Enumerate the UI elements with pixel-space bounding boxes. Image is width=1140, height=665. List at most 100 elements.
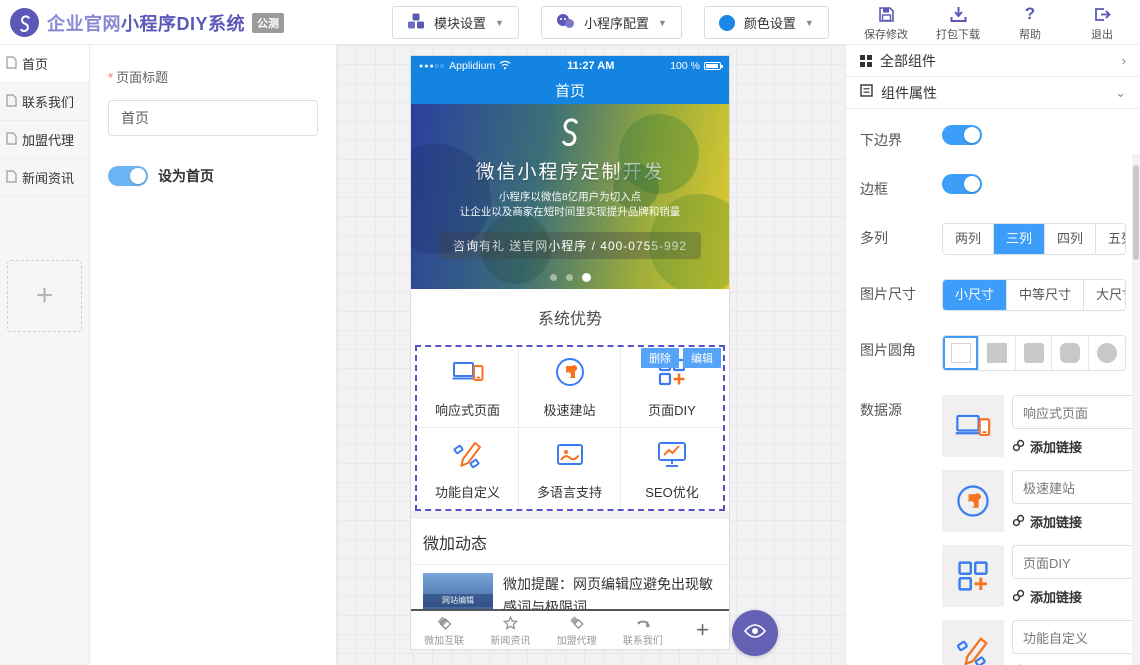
sidebar-item-agency[interactable]: 加盟代理 — [0, 121, 89, 159]
columns-option-three-selected[interactable]: 三列 — [994, 224, 1045, 254]
chevron-down-icon: ▼ — [805, 18, 814, 28]
page-title-input[interactable] — [108, 100, 318, 136]
wifi-icon — [499, 60, 511, 73]
tab-label: 微加互联 — [424, 632, 464, 647]
bottom-border-toggle[interactable] — [942, 125, 982, 145]
toggle-knob — [964, 176, 980, 192]
app-logo-icon — [10, 8, 39, 37]
list-icon — [860, 84, 873, 102]
sidebar-item-home[interactable]: 首页 — [0, 45, 89, 83]
download-button[interactable]: 打包下载 — [934, 5, 982, 42]
all-components-row[interactable]: 全部组件 › — [846, 45, 1140, 77]
scrollbar-thumb[interactable] — [1133, 165, 1139, 260]
add-link-button[interactable]: 添加链接 — [1012, 437, 1140, 456]
image-size-large[interactable]: 大尺寸 — [1084, 280, 1126, 310]
add-link-button[interactable]: 添加链接 — [1012, 587, 1140, 606]
miniprogram-config-menu[interactable]: 小程序配置 ▼ — [541, 6, 682, 39]
save-button[interactable]: 保存修改 — [862, 5, 910, 42]
radius-option-none-selected[interactable] — [943, 336, 979, 370]
page-icon — [6, 170, 17, 186]
news-thumbnail-caption: 网站编辑 — [423, 594, 493, 607]
selected-component-grid[interactable]: 删除 编辑 响应式页面 极速建站 — [415, 345, 725, 511]
carousel-dot-active[interactable] — [582, 273, 591, 282]
data-source-title-input[interactable] — [1012, 470, 1140, 504]
responsive-icon — [451, 355, 485, 394]
clock-label: 11:27 AM — [567, 60, 614, 72]
hero-subtitle: 小程序以微信8亿用户为切入点 让企业以及商家在短时间里实现提升品牌和销量 — [411, 190, 729, 220]
component-props-row[interactable]: 组件属性 ⌄ — [846, 77, 1140, 109]
data-source-title-input[interactable] — [1012, 620, 1140, 654]
star-icon — [503, 616, 518, 631]
add-page-button[interactable]: + — [7, 260, 82, 332]
carousel-dot[interactable] — [566, 274, 573, 281]
menu-label: 颜色设置 — [744, 13, 796, 32]
preview-button[interactable] — [732, 610, 778, 656]
data-source-title-input[interactable] — [1012, 545, 1140, 579]
columns-option-two[interactable]: 两列 — [943, 224, 994, 254]
radius-option-square[interactable] — [979, 336, 1015, 370]
help-button[interactable]: ? 帮助 — [1006, 5, 1054, 42]
carousel-dots — [411, 273, 729, 282]
speed-build-icon — [553, 355, 587, 394]
tab-agency[interactable]: 加盟代理 — [544, 614, 610, 647]
battery-icon — [704, 62, 721, 70]
diamonds-icon — [436, 616, 452, 631]
feature-item-speed-build[interactable]: 极速建站 — [519, 347, 621, 428]
exit-button[interactable]: 退出 — [1078, 5, 1126, 42]
radius-option-circle[interactable] — [1089, 336, 1125, 370]
image-size-medium[interactable]: 中等尺寸 — [1007, 280, 1084, 310]
pages-sidebar: 首页 联系我们 加盟代理 新闻资讯 + — [0, 45, 90, 665]
app-window: 企业官网小程序DIY系统 公测 模块设置 ▼ 小程序配置 ▼ 颜色设 — [0, 0, 1140, 665]
chevron-down-icon: ⌄ — [1115, 85, 1126, 101]
page-label: 联系我们 — [22, 92, 74, 111]
delete-component-button[interactable]: 删除 — [641, 348, 679, 368]
toggle-knob — [130, 168, 146, 184]
carrier-label: Applidium — [449, 60, 495, 72]
data-source-title-input[interactable] — [1012, 395, 1140, 429]
feature-item-custom-function[interactable]: 功能自定义 — [417, 428, 519, 509]
color-settings-menu[interactable]: 颜色设置 ▼ — [704, 6, 829, 39]
feature-item-seo[interactable]: SEO优化 — [621, 428, 723, 509]
set-home-label: 设为首页 — [158, 166, 214, 186]
carousel-dot[interactable] — [550, 274, 557, 281]
selection-toolbar: 删除 编辑 — [641, 348, 721, 368]
sidebar-item-news[interactable]: 新闻资讯 — [0, 159, 89, 197]
feature-item-responsive[interactable]: 响应式页面 — [417, 347, 519, 428]
edit-component-button[interactable]: 编辑 — [683, 348, 721, 368]
save-icon — [878, 5, 895, 23]
border-toggle[interactable] — [942, 174, 982, 194]
panel-scrollbar[interactable] — [1132, 154, 1140, 665]
toggle-knob — [964, 127, 980, 143]
color-circle-icon — [719, 15, 735, 31]
action-label: 保存修改 — [864, 26, 908, 42]
phone-tab-bar: 微加互联 新闻资讯 加盟代理 联系我们 + — [411, 609, 729, 649]
radius-option-small-round[interactable] — [1016, 336, 1052, 370]
custom-function-icon — [942, 620, 1004, 665]
image-size-small-selected[interactable]: 小尺寸 — [943, 280, 1007, 310]
data-source-label: 数据源 — [860, 395, 942, 420]
eye-icon — [744, 623, 766, 644]
tab-label: 联系我们 — [623, 632, 663, 647]
image-size-row: 图片尺寸 小尺寸 中等尺寸 大尺寸 — [860, 279, 1126, 311]
bottom-border-row: 下边界 — [860, 125, 1126, 150]
section-divider — [411, 511, 729, 519]
columns-option-five[interactable]: 五列 — [1096, 224, 1126, 254]
tab-weijia[interactable]: 微加互联 — [411, 614, 477, 647]
sidebar-item-contact[interactable]: 联系我们 — [0, 83, 89, 121]
hero-banner[interactable]: 微信小程序定制开发 小程序以微信8亿用户为切入点 让企业以及商家在短时间里实现提… — [411, 104, 729, 289]
feature-label: 页面DIY — [648, 400, 696, 419]
tab-add-button[interactable]: + — [676, 617, 729, 643]
feature-grid: 响应式页面 极速建站 页面DIY — [417, 347, 723, 509]
all-components-label: 全部组件 — [880, 51, 1122, 71]
add-link-button[interactable]: 添加链接 — [1012, 512, 1140, 531]
columns-option-four[interactable]: 四列 — [1045, 224, 1096, 254]
help-icon: ? — [1025, 5, 1035, 23]
link-icon — [1012, 514, 1025, 530]
tab-news[interactable]: 新闻资讯 — [477, 614, 543, 647]
feature-item-multi-language[interactable]: 多语言支持 — [519, 428, 621, 509]
header-actions: 保存修改 打包下载 ? 帮助 退出 — [862, 5, 1126, 42]
set-home-toggle[interactable] — [108, 166, 148, 186]
radius-option-round[interactable] — [1052, 336, 1088, 370]
module-settings-menu[interactable]: 模块设置 ▼ — [392, 6, 519, 39]
tab-contact[interactable]: 联系我们 — [610, 614, 676, 647]
